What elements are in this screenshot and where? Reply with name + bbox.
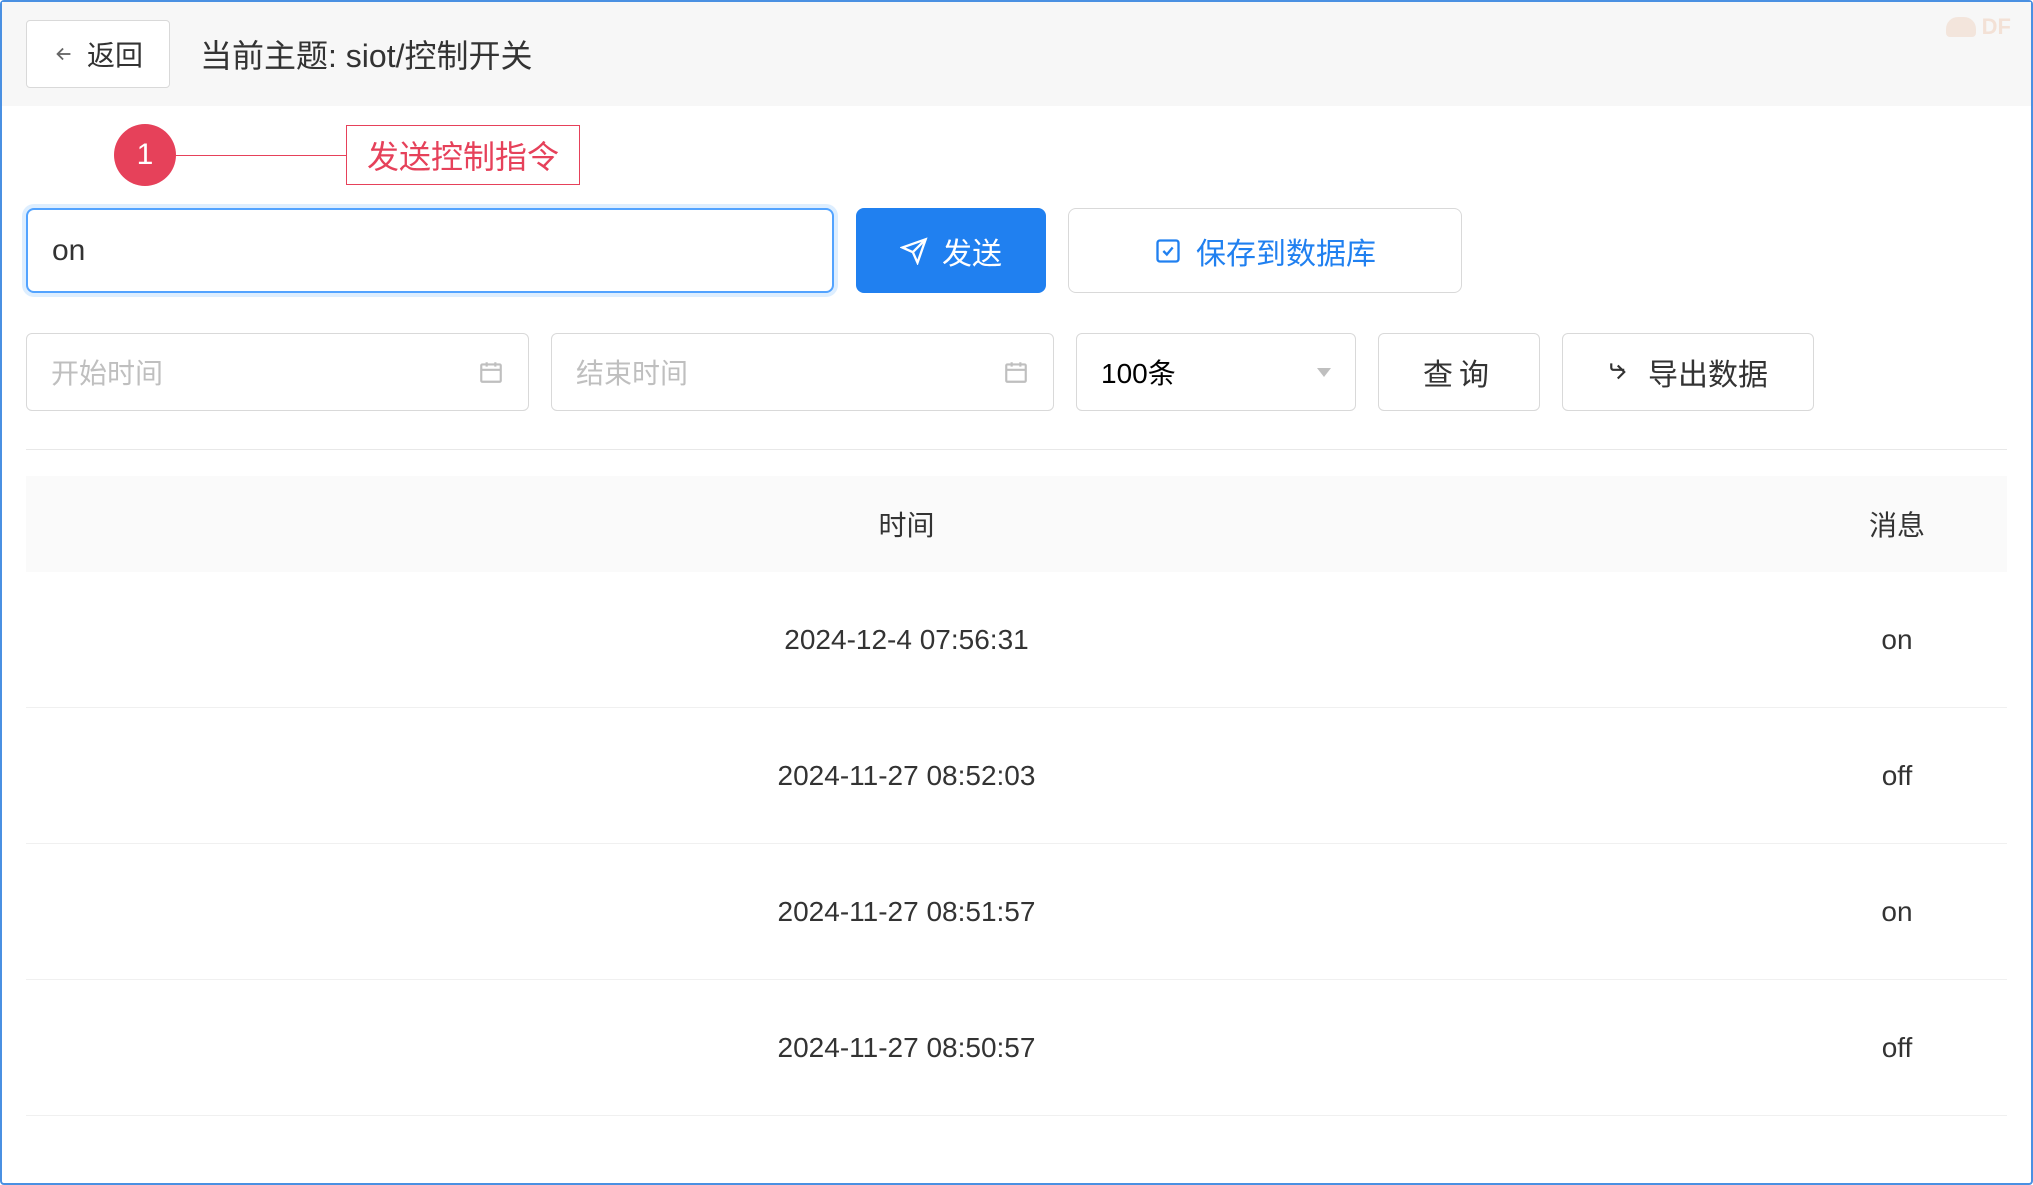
annotation: 1 发送控制指令 bbox=[114, 124, 580, 186]
calendar-icon bbox=[1003, 359, 1029, 385]
save-label: 保存到数据库 bbox=[1196, 229, 1376, 273]
cell-message: off bbox=[1787, 760, 2007, 792]
cell-time: 2024-11-27 08:51:57 bbox=[26, 896, 1787, 928]
send-label: 发送 bbox=[942, 229, 1002, 273]
col-time: 时间 bbox=[26, 504, 1787, 544]
arrow-left-icon bbox=[53, 43, 75, 65]
export-label: 导出数据 bbox=[1648, 350, 1768, 394]
cell-time: 2024-11-27 08:52:03 bbox=[26, 760, 1787, 792]
export-button[interactable]: 导出数据 bbox=[1562, 333, 1814, 411]
start-time-input[interactable]: 开始时间 bbox=[26, 333, 529, 411]
filter-row: 开始时间 结束时间 100条 查询 导出数据 bbox=[2, 333, 2031, 411]
end-time-input[interactable]: 结束时间 bbox=[551, 333, 1054, 411]
command-input[interactable] bbox=[26, 208, 834, 293]
table-row: 2024-11-27 08:51:57 on bbox=[26, 844, 2007, 980]
save-to-db-button[interactable]: 保存到数据库 bbox=[1068, 208, 1462, 293]
cell-message: on bbox=[1787, 896, 2007, 928]
col-message: 消息 bbox=[1787, 504, 2007, 544]
send-button[interactable]: 发送 bbox=[856, 208, 1046, 293]
command-row: 发送 保存到数据库 bbox=[2, 208, 2031, 293]
query-label: 查询 bbox=[1423, 350, 1495, 394]
end-time-placeholder: 结束时间 bbox=[576, 352, 688, 392]
send-icon bbox=[900, 237, 928, 265]
start-time-placeholder: 开始时间 bbox=[51, 352, 163, 392]
table-header: 时间 消息 bbox=[26, 476, 2007, 572]
annotation-label: 发送控制指令 bbox=[346, 125, 580, 185]
page-title: 当前主题: siot/控制开关 bbox=[200, 31, 532, 77]
data-table: 时间 消息 2024-12-4 07:56:31 on 2024-11-27 0… bbox=[26, 476, 2007, 1116]
header-bar: 返回 当前主题: siot/控制开关 bbox=[2, 2, 2031, 106]
back-button[interactable]: 返回 bbox=[26, 20, 170, 88]
cell-time: 2024-12-4 07:56:31 bbox=[26, 624, 1787, 656]
divider bbox=[26, 449, 2007, 450]
table-row: 2024-11-27 08:50:57 off bbox=[26, 980, 2007, 1116]
table-row: 2024-12-4 07:56:31 on bbox=[26, 572, 2007, 708]
annotation-line bbox=[176, 155, 346, 156]
cell-time: 2024-11-27 08:50:57 bbox=[26, 1032, 1787, 1064]
cell-message: off bbox=[1787, 1032, 2007, 1064]
limit-select[interactable]: 100条 bbox=[1076, 333, 1356, 411]
annotation-badge: 1 bbox=[114, 124, 176, 186]
table-row: 2024-11-27 08:52:03 off bbox=[26, 708, 2007, 844]
watermark: DF bbox=[1946, 14, 2011, 40]
cell-message: on bbox=[1787, 624, 2007, 656]
limit-selected-value: 100条 bbox=[1101, 352, 1176, 392]
export-icon bbox=[1608, 359, 1634, 385]
calendar-icon bbox=[478, 359, 504, 385]
save-icon bbox=[1154, 237, 1182, 265]
query-button[interactable]: 查询 bbox=[1378, 333, 1540, 411]
back-label: 返回 bbox=[87, 34, 143, 74]
chevron-down-icon bbox=[1317, 368, 1331, 377]
